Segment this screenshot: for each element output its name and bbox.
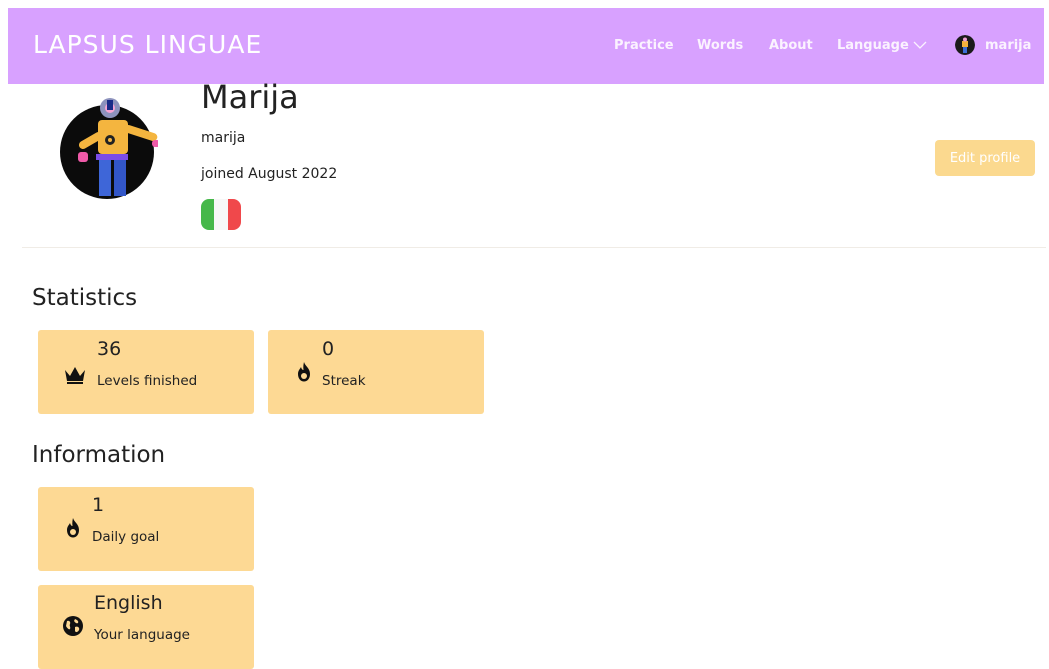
crown-icon <box>65 367 85 384</box>
navbar: LAPSUS LINGUAE Practice Words About Lang… <box>8 8 1044 84</box>
fire-icon <box>298 362 310 382</box>
profile-avatar <box>60 98 158 199</box>
stat-card-levels: 36 Levels finished <box>38 330 254 414</box>
stat-label: Streak <box>322 373 366 389</box>
information-title: Information <box>32 442 166 468</box>
nav-user-menu[interactable]: marija <box>955 35 1031 55</box>
divider <box>22 247 1046 248</box>
stat-label: Levels finished <box>97 373 198 389</box>
profile-joined-date: joined August 2022 <box>201 166 338 182</box>
info-card-language: English Your language <box>38 585 254 669</box>
stat-value: 0 <box>322 338 335 360</box>
globe-icon <box>63 616 83 636</box>
info-card-daily-goal: 1 Daily goal <box>38 487 254 571</box>
profile-username: marija <box>201 130 246 146</box>
nav-user-name: marija <box>985 37 1032 53</box>
nav-language-label: Language <box>837 38 909 53</box>
profile-name: Marija <box>201 78 299 116</box>
stat-value: 36 <box>97 338 122 360</box>
info-label: Daily goal <box>92 529 160 545</box>
nav-about[interactable]: About <box>769 38 813 53</box>
chevron-down-icon <box>913 41 927 49</box>
statistics-title: Statistics <box>32 285 138 311</box>
nav-words[interactable]: Words <box>697 38 743 53</box>
info-label: Your language <box>94 627 190 643</box>
italy-flag-icon <box>201 199 241 230</box>
nav-language-dropdown[interactable]: Language <box>837 38 927 53</box>
fire-icon <box>67 518 79 538</box>
stat-card-streak: 0 Streak <box>268 330 484 414</box>
edit-profile-button[interactable]: Edit profile <box>935 140 1035 176</box>
nav-practice[interactable]: Practice <box>614 38 674 53</box>
info-value: English <box>94 592 163 614</box>
info-value: 1 <box>92 494 105 516</box>
user-avatar-icon <box>955 35 975 55</box>
brand-logo[interactable]: LAPSUS LINGUAE <box>33 30 262 59</box>
